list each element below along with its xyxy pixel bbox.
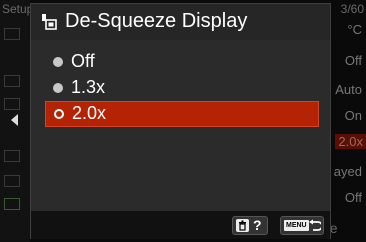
option-label: 2.0x bbox=[72, 103, 107, 123]
option-label: Off bbox=[71, 51, 95, 71]
radio-dot-icon bbox=[53, 83, 63, 93]
menu-tab-icon bbox=[4, 175, 20, 187]
back-button[interactable]: MENU bbox=[280, 216, 324, 235]
dialog-title: De-Squeeze Display bbox=[65, 10, 248, 32]
radio-selected-icon bbox=[54, 109, 64, 119]
movie-display-icon bbox=[42, 14, 57, 30]
menu-value: Off bbox=[344, 190, 362, 205]
return-arrow-icon bbox=[309, 219, 321, 231]
de-squeeze-dialog: De-Squeeze Display Off 1.3x 2.0x ? MENU bbox=[30, 3, 331, 239]
menu-tab-icon bbox=[4, 198, 20, 210]
menu-value: Off bbox=[344, 53, 362, 68]
help-button[interactable]: ? bbox=[232, 216, 268, 235]
menu-tab-icon bbox=[4, 75, 20, 87]
page-indicator: 3/60 bbox=[340, 2, 364, 16]
option-off[interactable]: Off bbox=[45, 50, 319, 76]
menu-value: ayed bbox=[333, 164, 362, 179]
option-1-3x[interactable]: 1.3x bbox=[45, 76, 319, 102]
menu-value: On bbox=[344, 108, 362, 123]
menu-value: °C bbox=[347, 22, 362, 37]
option-label: 1.3x bbox=[71, 77, 106, 97]
help-label: ? bbox=[253, 217, 262, 233]
menu-tab-icon bbox=[4, 98, 20, 110]
option-2-0x[interactable]: 2.0x bbox=[45, 101, 319, 127]
menu-value-highlighted: 2.0x bbox=[335, 134, 366, 149]
menu-tab-icon bbox=[4, 28, 20, 40]
menu-tab-icon bbox=[4, 150, 20, 162]
menu-value: Auto bbox=[335, 82, 362, 97]
option-list: Off 1.3x 2.0x bbox=[31, 40, 330, 211]
left-arrow-icon bbox=[11, 114, 18, 126]
trash-key-icon bbox=[236, 219, 249, 232]
radio-dot-icon bbox=[53, 57, 63, 67]
menu-title: Setup bbox=[2, 2, 34, 16]
dialog-footer: ? MENU bbox=[31, 211, 330, 239]
dialog-header: De-Squeeze Display bbox=[31, 4, 330, 40]
menu-key-label: MENU bbox=[284, 220, 309, 231]
